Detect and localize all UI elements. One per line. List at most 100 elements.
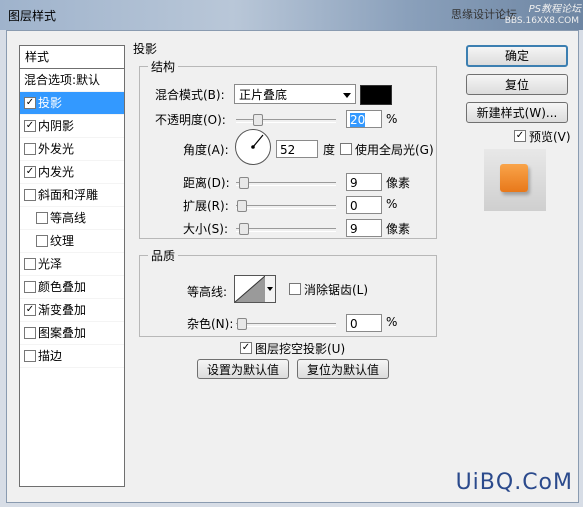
style-checkbox[interactable] xyxy=(36,235,48,247)
style-list-item[interactable]: 斜面和浮雕 xyxy=(20,184,124,207)
global-light-checkbox[interactable] xyxy=(340,143,352,155)
new-style-button[interactable]: 新建样式(W)... xyxy=(466,102,568,123)
reset-button[interactable]: 复位 xyxy=(466,74,568,95)
size-slider-thumb[interactable] xyxy=(239,223,249,235)
antialias-label: 消除锯齿(L) xyxy=(304,283,369,297)
style-list-item[interactable]: 纹理 xyxy=(20,230,124,253)
opacity-unit: % xyxy=(386,112,398,126)
style-checkbox[interactable]: ✓ xyxy=(24,97,36,109)
chevron-down-icon xyxy=(343,93,351,98)
blend-mode-value: 正片叠底 xyxy=(239,88,288,102)
style-list-item-label: 内发光 xyxy=(38,165,75,179)
size-input[interactable]: 9 xyxy=(346,219,382,237)
distance-slider-track[interactable] xyxy=(236,182,336,186)
preview-checkbox[interactable]: ✓ xyxy=(514,130,526,142)
style-list-item-label: 等高线 xyxy=(50,211,87,225)
style-checkbox[interactable] xyxy=(24,327,36,339)
knockout-checkbox[interactable]: ✓ xyxy=(240,342,252,354)
size-unit: 像素 xyxy=(386,222,411,236)
style-list-item-label: 图案叠加 xyxy=(38,326,87,340)
style-list-item-label: 投影 xyxy=(38,96,63,110)
size-slider-track[interactable] xyxy=(236,228,336,232)
watermark-top-2: PS教程论坛 xyxy=(528,4,581,15)
style-list-item[interactable]: 外发光 xyxy=(20,138,124,161)
antialias-checkbox[interactable] xyxy=(289,283,301,295)
opacity-input[interactable]: 20 xyxy=(346,110,382,128)
style-checkbox[interactable] xyxy=(24,258,36,270)
spread-slider-track[interactable] xyxy=(236,205,336,209)
style-checkbox[interactable] xyxy=(24,189,36,201)
distance-label: 距离(D): xyxy=(183,176,230,190)
style-list-item[interactable]: 混合选项:默认 xyxy=(20,69,124,92)
style-list-item[interactable]: ✓ 渐变叠加 xyxy=(20,299,124,322)
title-bar[interactable]: 图层样式 思缘设计论坛 PS教程论坛 BBS.16XX8.COM xyxy=(0,0,583,30)
opacity-slider-thumb[interactable] xyxy=(253,114,263,126)
watermark-bottom: UiBQ.CoM xyxy=(455,470,573,495)
style-list-item[interactable]: 描边 xyxy=(20,345,124,368)
ok-button[interactable]: 确定 xyxy=(466,45,568,67)
opacity-slider-track[interactable] xyxy=(236,119,336,123)
style-checkbox[interactable]: ✓ xyxy=(24,120,36,132)
style-list-item-label: 纹理 xyxy=(50,234,75,248)
angle-unit: 度 xyxy=(323,143,336,157)
spread-slider-thumb[interactable] xyxy=(237,200,247,212)
style-checkbox[interactable]: ✓ xyxy=(24,166,36,178)
style-checkbox[interactable] xyxy=(36,212,48,224)
style-list-item[interactable]: ✓ 内阴影 xyxy=(20,115,124,138)
noise-input[interactable]: 0 xyxy=(346,314,382,332)
opacity-label: 不透明度(O): xyxy=(155,113,226,127)
style-checkbox[interactable] xyxy=(24,281,36,293)
blend-mode-label: 混合模式(B): xyxy=(155,88,225,102)
contour-curve-icon xyxy=(234,275,266,303)
make-default-button[interactable]: 设置为默认值 xyxy=(197,359,289,379)
style-list-item-label: 斜面和浮雕 xyxy=(38,188,99,202)
quality-group: 品质 等高线: 消除锯齿(L) 杂色(N): 0 % xyxy=(139,247,437,337)
styles-list-header[interactable]: 样式 xyxy=(20,46,124,69)
preview-label: 预览(V) xyxy=(529,130,571,144)
angle-dial[interactable] xyxy=(235,129,271,165)
distance-input[interactable]: 9 xyxy=(346,173,382,191)
contour-label: 等高线: xyxy=(187,285,228,299)
watermark-top-3: BBS.16XX8.COM xyxy=(504,16,579,26)
shadow-color-swatch[interactable] xyxy=(360,85,392,105)
style-list-item-label: 渐变叠加 xyxy=(38,303,87,317)
preview-box xyxy=(484,149,546,211)
noise-slider-thumb[interactable] xyxy=(237,318,247,330)
style-list-item[interactable]: 等高线 xyxy=(20,207,124,230)
spread-input[interactable]: 0 xyxy=(346,196,382,214)
style-list-item-label: 光泽 xyxy=(38,257,63,271)
style-checkbox[interactable] xyxy=(24,350,36,362)
style-checkbox[interactable]: ✓ xyxy=(24,304,36,316)
style-checkbox[interactable] xyxy=(24,143,36,155)
drop-shadow-title: 投影 xyxy=(133,42,158,56)
structure-group: 结构 混合模式(B): 正片叠底 不透明度(O): 20 % 角度(A): 52… xyxy=(139,58,437,239)
style-list-item[interactable]: ✓ 投影 xyxy=(20,92,124,115)
dialog-window: 图层样式 思缘设计论坛 PS教程论坛 BBS.16XX8.COM 样式 混合选项… xyxy=(0,0,583,507)
angle-label: 角度(A): xyxy=(183,143,229,157)
angle-needle-icon xyxy=(251,134,264,149)
contour-picker[interactable] xyxy=(234,275,266,303)
style-list-item-label: 描边 xyxy=(38,349,63,363)
noise-label: 杂色(N): xyxy=(187,317,234,331)
distance-unit: 像素 xyxy=(386,176,411,190)
contour-dropdown[interactable] xyxy=(265,275,276,303)
spread-unit: % xyxy=(386,197,398,211)
noise-slider-track[interactable] xyxy=(236,323,336,327)
reset-default-button[interactable]: 复位为默认值 xyxy=(297,359,389,379)
angle-input[interactable]: 52 xyxy=(276,140,318,158)
style-list-item-label: 颜色叠加 xyxy=(38,280,87,294)
size-label: 大小(S): xyxy=(183,222,229,236)
quality-title: 品质 xyxy=(148,247,179,264)
spread-label: 扩展(R): xyxy=(183,199,229,213)
chevron-down-icon xyxy=(267,287,273,291)
distance-slider-thumb[interactable] xyxy=(239,177,249,189)
style-list-item[interactable]: 光泽 xyxy=(20,253,124,276)
style-list-item-label: 内阴影 xyxy=(38,119,75,133)
structure-title: 结构 xyxy=(148,58,179,75)
knockout-label: 图层挖空投影(U) xyxy=(255,342,346,356)
style-list-item[interactable]: ✓ 内发光 xyxy=(20,161,124,184)
blend-mode-select[interactable]: 正片叠底 xyxy=(234,84,356,104)
style-list-item[interactable]: 图案叠加 xyxy=(20,322,124,345)
window-title: 图层样式 xyxy=(8,9,57,23)
style-list-item[interactable]: 颜色叠加 xyxy=(20,276,124,299)
